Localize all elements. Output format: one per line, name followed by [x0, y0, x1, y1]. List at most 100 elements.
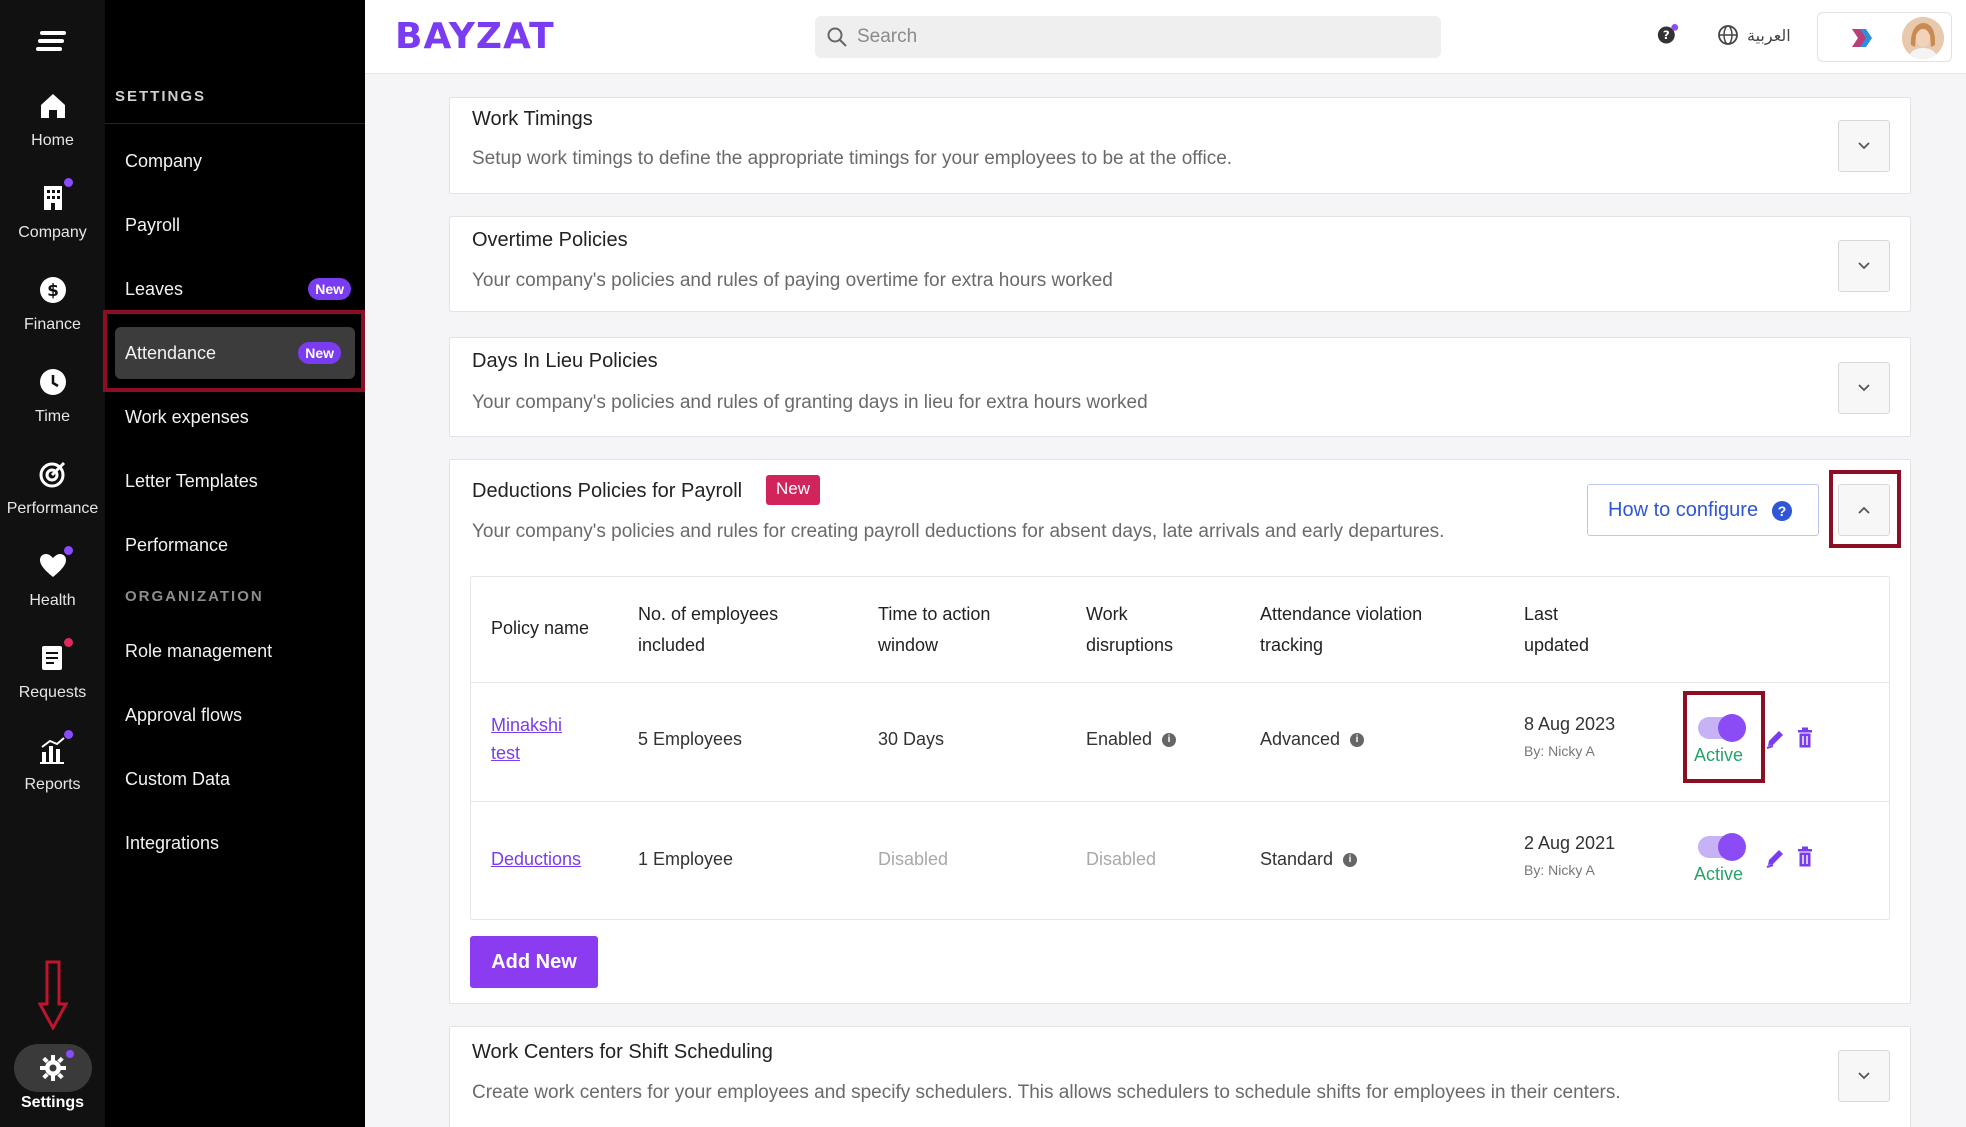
expand-button[interactable] [1838, 120, 1890, 172]
sidebar-item-approval-flows[interactable]: Approval flows [125, 689, 355, 741]
notification-dot [63, 546, 73, 555]
new-badge: New [766, 475, 821, 505]
sidebar-item-label: Letter Templates [125, 471, 258, 491]
sidebar-item-company[interactable]: Company [125, 135, 355, 187]
section-days-in-lieu: Days In Lieu Policies Your company's pol… [449, 337, 1911, 437]
policy-link[interactable]: Deductions [491, 845, 581, 873]
column-header-time-window: Time to action window [878, 604, 991, 655]
sidebar-item-label: Leaves [125, 279, 184, 299]
info-icon[interactable]: i [1350, 733, 1365, 748]
divider [471, 682, 1889, 683]
status-toggle[interactable] [1698, 833, 1746, 861]
edit-icon[interactable] [1765, 727, 1785, 749]
work-disruptions: Disabled [1086, 849, 1157, 869]
rail-label: Health [29, 592, 76, 609]
sidebar-heading: SETTINGS [115, 88, 207, 105]
section-description: Create work centers for your employees a… [472, 1082, 1621, 1103]
rail-item-finance[interactable]: $ Finance [0, 274, 105, 334]
add-new-button[interactable]: Add New [470, 936, 598, 988]
sidebar-item-leaves[interactable]: Leaves New [125, 263, 355, 315]
rail-label: Company [18, 224, 87, 241]
rail-label: Requests [18, 684, 87, 701]
column-header-last-updated: Last updated [1524, 604, 1590, 655]
section-work-timings: Work Timings Setup work timings to defin… [449, 97, 1911, 194]
bayzat-logo[interactable]: BAYZAT [395, 16, 555, 57]
search-box[interactable] [815, 16, 1441, 58]
edit-icon[interactable] [1765, 846, 1785, 868]
chart-icon [37, 730, 73, 766]
expand-button[interactable] [1838, 362, 1890, 414]
time-window: Disabled [878, 849, 949, 869]
deductions-table: Policy name No. of employees included Tim… [470, 576, 1890, 920]
help-icon: ? [1772, 501, 1792, 521]
column-header-attendance-tracking: Attendance violation tracking [1260, 604, 1423, 655]
rail-label: Time [35, 408, 70, 425]
settings-label: Settings [20, 1094, 85, 1111]
building-icon [37, 178, 73, 214]
section-title: Work Timings [472, 108, 593, 130]
help-icon[interactable]: ? [1657, 24, 1679, 46]
notification-dot [66, 1050, 74, 1058]
employee-count: 1 Employee [638, 849, 734, 869]
rail-item-home[interactable]: Home [0, 90, 105, 150]
sidebar-item-role-management[interactable]: Role management [125, 625, 355, 677]
svg-text:$: $ [47, 281, 59, 301]
clipboard-icon [37, 638, 73, 674]
sidebar-item-letter-templates[interactable]: Letter Templates [125, 455, 355, 507]
last-updated: 8 Aug 2023 By: Nicky A [1524, 714, 1616, 759]
rail-item-performance[interactable]: Performance [0, 458, 105, 518]
settings-button[interactable] [14, 1044, 92, 1092]
chevron-down-icon [1858, 262, 1870, 270]
company-logo-icon [1852, 29, 1872, 47]
section-description: Your company's policies and rules of gra… [472, 392, 1148, 413]
expand-button[interactable] [1838, 240, 1890, 292]
settings-sidebar: SETTINGS Company Payroll Leaves New Atten… [103, 0, 365, 1127]
notification-dot [63, 638, 73, 647]
sidebar-item-label: Company [125, 151, 203, 171]
rail-label: Home [31, 132, 74, 149]
rail-label: Reports [24, 776, 81, 793]
info-icon[interactable]: i [1343, 853, 1358, 868]
profile-menu[interactable] [1817, 12, 1952, 62]
top-header: BAYZAT ? العربية [365, 0, 1966, 74]
rail-item-company[interactable]: Company [0, 178, 105, 242]
attendance-tracking: Standard i [1260, 845, 1358, 873]
rail-item-time[interactable]: Time [0, 366, 105, 426]
sidebar-item-integrations[interactable]: Integrations [125, 817, 355, 869]
highlight-box [1829, 470, 1901, 548]
trash-icon[interactable] [1795, 846, 1815, 868]
avatar[interactable] [1902, 17, 1944, 59]
sidebar-item-performance[interactable]: Performance [125, 519, 355, 571]
menu-icon[interactable] [36, 30, 70, 52]
info-icon[interactable]: i [1162, 733, 1177, 748]
policy-link[interactable]: Minakshi test [491, 711, 562, 767]
globe-icon [1718, 25, 1738, 45]
rail-item-health[interactable]: Health [0, 546, 105, 610]
column-header-employees: No. of employees included [638, 604, 779, 655]
left-rail: Home Company $ Finance Time Performance … [0, 0, 105, 1127]
search-input[interactable] [857, 16, 1427, 58]
expand-button[interactable] [1838, 1050, 1890, 1102]
highlight-box [1683, 691, 1765, 783]
search-icon [827, 27, 847, 47]
sidebar-org-heading: ORGANIZATION [125, 588, 264, 605]
sidebar-item-payroll[interactable]: Payroll [125, 199, 355, 251]
trash-icon[interactable] [1795, 727, 1815, 749]
section-deductions-policies: Deductions Policies for Payroll New Your… [449, 459, 1911, 1004]
rail-item-requests[interactable]: Requests [0, 638, 105, 702]
how-to-configure-button[interactable]: How to configure ? [1587, 484, 1819, 536]
how-to-configure-label: How to configure [1608, 499, 1759, 521]
section-work-centers: Work Centers for Shift Scheduling Create… [449, 1026, 1911, 1127]
sidebar-item-custom-data[interactable]: Custom Data [125, 753, 355, 805]
main-content: Work Timings Setup work timings to defin… [365, 75, 1966, 1127]
notification-dot [63, 730, 73, 739]
column-header-policy-name: Policy name [491, 618, 590, 638]
clock-icon [37, 366, 69, 398]
section-title: Days In Lieu Policies [472, 350, 658, 372]
last-updated: 2 Aug 2021 By: Nicky A [1524, 833, 1616, 878]
chevron-down-icon [1858, 142, 1870, 150]
sidebar-item-work-expenses[interactable]: Work expenses [125, 391, 355, 443]
work-disruptions: Enabled i [1086, 725, 1177, 753]
highlight-box [103, 310, 365, 392]
rail-item-reports[interactable]: Reports [0, 730, 105, 794]
